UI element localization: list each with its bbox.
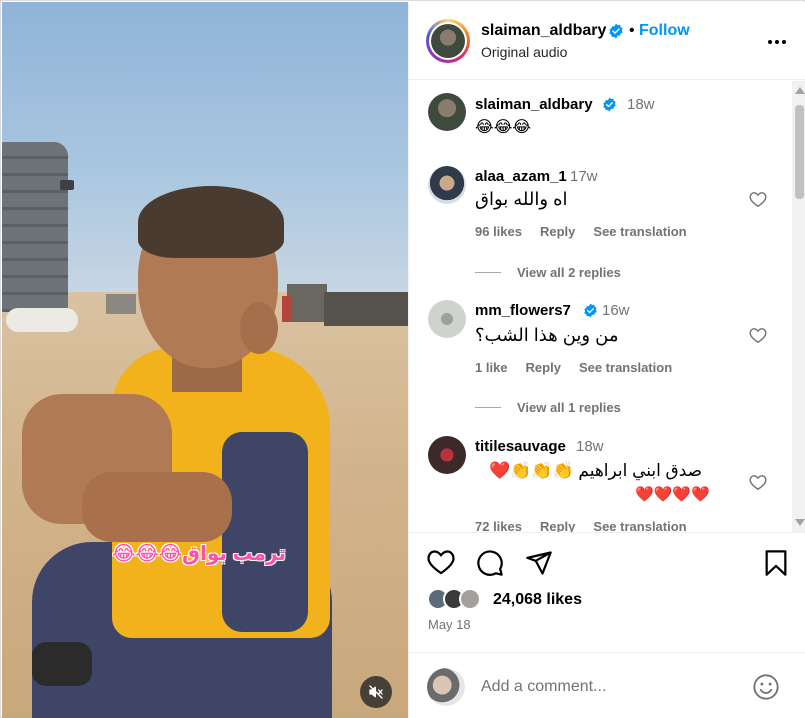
comment-like-button[interactable] (749, 327, 767, 348)
comment-icon (477, 550, 503, 576)
verified-badge-icon (608, 23, 624, 44)
save-button[interactable] (764, 549, 788, 582)
comment-like-button[interactable] (749, 191, 767, 212)
view-replies-button[interactable]: View all 1 replies (475, 400, 621, 415)
emoji-icon (753, 674, 779, 700)
post-actions: 24,068 likes May 18 (409, 532, 805, 650)
post-date[interactable]: May 18 (428, 617, 471, 632)
more-options-icon (768, 40, 786, 44)
comment-username[interactable]: alaa_azam_1 (475, 168, 567, 185)
avatar (459, 588, 481, 610)
comment-meta: 1 like Reply See translation (475, 360, 672, 375)
comment-time[interactable]: 18w (576, 438, 604, 455)
bookmark-icon (765, 550, 787, 576)
comment-username[interactable]: mm_flowers7 (475, 302, 571, 319)
video-caption: ترمب بواق😂😂😂 (112, 542, 286, 565)
tent (282, 296, 292, 322)
comment-time[interactable]: 16w (602, 302, 630, 319)
likes-count[interactable]: 24,068 likes (493, 591, 582, 609)
share-button[interactable] (525, 549, 553, 582)
avatar[interactable] (428, 166, 466, 204)
avatar[interactable] (428, 93, 466, 131)
tent (106, 294, 136, 314)
verified-badge-icon (583, 303, 598, 323)
comment-username[interactable]: slaiman_aldbary (475, 96, 593, 113)
boy-shoe (32, 642, 92, 686)
separator-dot: • (629, 22, 635, 39)
like-button[interactable] (427, 549, 455, 580)
comment-text: صدق ابني ابراهيم 👏👏👏❤️ (489, 461, 703, 480)
replies-divider (475, 407, 501, 408)
comment-text: اه والله بواق (475, 189, 568, 209)
water-tank-tap (60, 180, 74, 190)
post-header: slaiman_aldbary • Follow Original audio (409, 2, 805, 80)
share-icon (526, 551, 552, 575)
follow-button[interactable]: Follow (639, 22, 690, 40)
see-translation-button[interactable]: See translation (579, 360, 672, 375)
avatar (427, 668, 465, 706)
verified-badge-icon (602, 97, 617, 117)
add-comment-bar (409, 652, 805, 718)
scrollbar-thumb[interactable] (795, 105, 804, 199)
comments-list[interactable]: slaiman_aldbary 18w 😂😂😂 alaa_azam_1 17w … (409, 81, 792, 532)
reply-button[interactable]: Reply (540, 224, 575, 239)
boy-hair (138, 186, 284, 258)
view-replies-label: View all 1 replies (517, 400, 621, 415)
comment-username[interactable]: titilesauvage (475, 438, 566, 455)
heart-icon (749, 475, 767, 491)
comment-time[interactable]: 17w (570, 168, 598, 185)
heart-icon (749, 328, 767, 344)
view-replies-label: View all 2 replies (517, 265, 621, 280)
post-dialog: ترمب بواق😂😂😂 slaiman_aldbary • Follow Or… (0, 0, 805, 718)
more-options-button[interactable] (765, 30, 789, 54)
reply-button[interactable]: Reply (540, 519, 575, 532)
boy-shirt-panel (222, 432, 308, 632)
reply-button[interactable]: Reply (526, 360, 561, 375)
author-avatar[interactable] (426, 19, 470, 63)
comment-text: ❤️❤️❤️❤️ (635, 486, 710, 503)
author-username[interactable]: slaiman_aldbary (481, 22, 606, 40)
comment-text: من وين هذا الشب؟ (475, 325, 619, 345)
comment-likes[interactable]: 1 like (475, 360, 508, 375)
comment-input[interactable] (481, 675, 741, 699)
mute-icon (369, 685, 383, 699)
post-side-panel: slaiman_aldbary • Follow Original audio … (408, 2, 805, 718)
comment-like-button[interactable] (749, 474, 767, 495)
heart-icon (427, 550, 455, 575)
view-replies-button[interactable]: View all 2 replies (475, 265, 621, 280)
heart-icon (749, 192, 767, 208)
comment-text: 😂😂😂 (475, 119, 532, 136)
comment-likes[interactable]: 96 likes (475, 224, 522, 239)
post-video[interactable]: ترمب بواق😂😂😂 (2, 2, 408, 718)
scroll-down-arrow-icon[interactable] (795, 519, 805, 526)
comment-time[interactable]: 18w (627, 96, 655, 113)
see-translation-button[interactable]: See translation (593, 224, 686, 239)
tent (324, 292, 408, 326)
scroll-up-arrow-icon[interactable] (795, 87, 805, 94)
comments-scrollbar[interactable] (792, 81, 805, 532)
white-sack (6, 308, 78, 332)
likers-avatars[interactable] (427, 588, 481, 610)
audio-link[interactable]: Original audio (481, 44, 567, 60)
emoji-button[interactable] (752, 673, 780, 706)
comment-meta: 72 likes Reply See translation (475, 519, 687, 532)
comment-likes[interactable]: 72 likes (475, 519, 522, 532)
comment-button[interactable] (476, 549, 504, 582)
mute-button[interactable] (360, 676, 392, 708)
boy-arm (82, 472, 232, 542)
avatar[interactable] (428, 300, 466, 338)
replies-divider (475, 272, 501, 273)
tent (287, 284, 327, 322)
avatar[interactable] (428, 436, 466, 474)
water-tank (2, 142, 68, 312)
see-translation-button[interactable]: See translation (593, 519, 686, 532)
boy-ear (240, 302, 278, 354)
comment-meta: 96 likes Reply See translation (475, 224, 687, 239)
